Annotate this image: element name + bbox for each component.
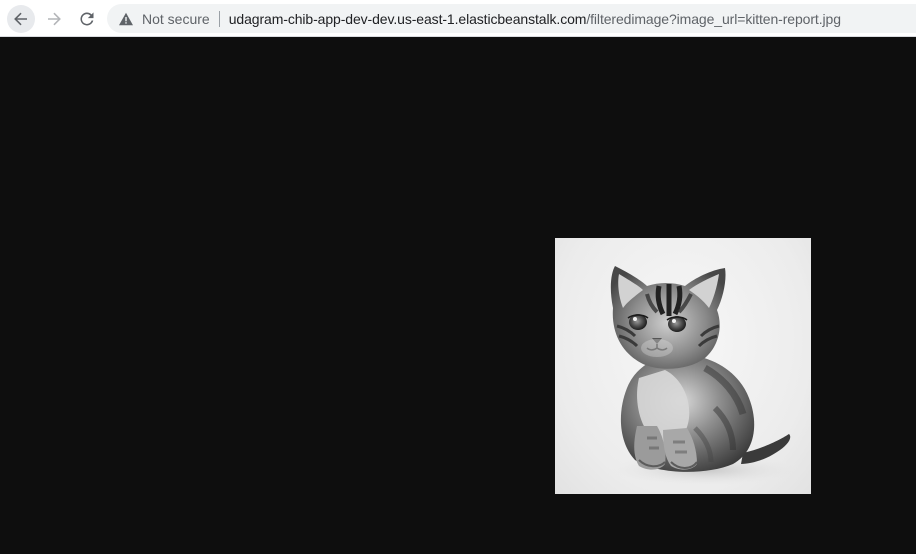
url-path: /filteredimage?image_url=kitten-report.j… (586, 10, 841, 27)
kitten-photo (610, 266, 800, 486)
url-text[interactable]: udagram-chib-app-dev-dev.us-east-1.elast… (229, 11, 841, 27)
address-separator (218, 10, 220, 27)
address-bar[interactable]: Not secure udagram-chib-app-dev-dev.us-e… (107, 4, 916, 33)
back-button[interactable] (7, 5, 35, 33)
reload-button[interactable] (73, 5, 101, 33)
arrow-right-icon (48, 12, 61, 26)
browser-toolbar: Not secure udagram-chib-app-dev-dev.us-e… (0, 0, 916, 37)
forward-button[interactable] (40, 5, 68, 33)
reload-icon (80, 12, 94, 26)
url-host: udagram-chib-app-dev-dev.us-east-1.elast… (228, 10, 587, 27)
kitten-image (555, 238, 811, 494)
arrow-left-icon (14, 12, 27, 26)
warning-triangle-icon (119, 12, 133, 25)
page-viewport (0, 37, 916, 554)
security-status[interactable]: Not secure (142, 11, 210, 27)
